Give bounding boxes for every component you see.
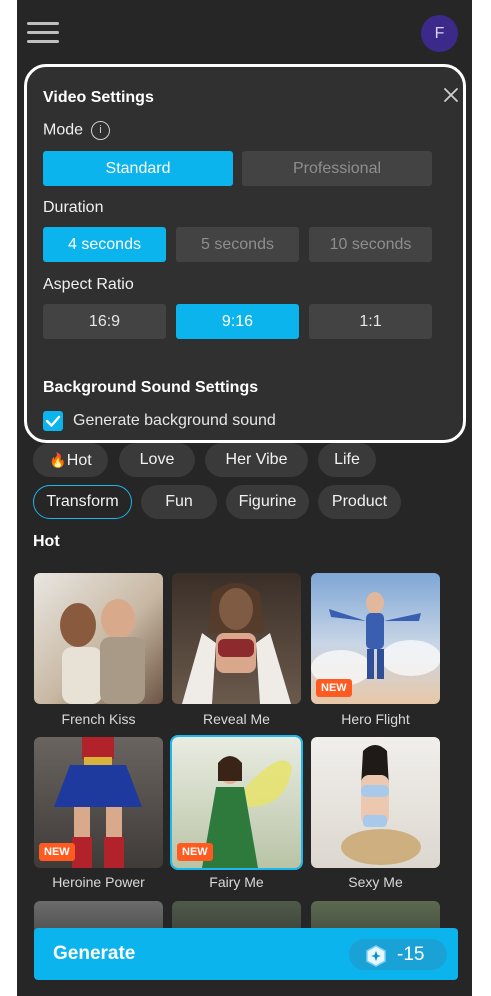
mode-professional-button[interactable]: Professional [242,151,432,186]
mode-label: Mode i [43,121,111,140]
aspect-16-9-button[interactable]: 16:9 [43,304,166,339]
chip-her-vibe[interactable]: Her Vibe [205,443,308,477]
duration-label: Duration [43,199,104,216]
duration-4s-button[interactable]: 4 seconds [43,227,166,262]
close-icon[interactable] [441,85,461,105]
aspect-1-1-button[interactable]: 1:1 [309,304,432,339]
fire-icon: 🔥 [49,452,67,468]
chip-transform[interactable]: Transform [33,485,132,519]
template-name: French Kiss [61,711,136,727]
template-card-french-kiss[interactable] [34,573,163,704]
template-card-sexy-me[interactable] [311,737,440,868]
new-badge: NEW [39,843,75,861]
aspect-ratio-label: Aspect Ratio [43,276,134,293]
avatar[interactable]: F [421,15,458,52]
template-name: Fairy Me [209,874,264,890]
credit-cost: -15 [397,944,425,965]
template-name: Reveal Me [203,711,270,727]
template-card-hero-flight[interactable]: NEW [311,573,440,704]
new-badge: NEW [177,843,213,861]
background-sound-label: Generate background sound [73,412,276,429]
couple-image [60,599,145,704]
chip-love[interactable]: Love [119,443,195,477]
credit-gem-icon [366,945,386,967]
chip-product[interactable]: Product [318,485,401,519]
portrait-image [182,583,291,704]
mode-standard-button[interactable]: Standard [43,151,233,186]
duration-10s-button[interactable]: 10 seconds [309,227,432,262]
panel-title: Video Settings [43,89,154,106]
info-icon[interactable]: i [91,121,111,140]
section-title: Hot [33,533,60,550]
template-name: Sexy Me [348,874,403,890]
template-card-fairy-me[interactable]: NEW [172,737,301,868]
chip-life[interactable]: Life [318,443,376,477]
template-card-heroine-power[interactable]: NEW [34,737,163,868]
generate-label: Generate [53,943,136,964]
chip-hot[interactable]: 🔥Hot [33,443,108,477]
check-icon [45,415,61,427]
credit-cost-badge: -15 [349,939,447,970]
template-name: Heroine Power [52,874,145,890]
chip-fun[interactable]: Fun [141,485,217,519]
video-settings-panel: Video Settings Mode i Standard Profession… [24,64,466,443]
new-badge: NEW [316,679,352,697]
sound-settings-title: Background Sound Settings [43,379,259,396]
background-sound-checkbox[interactable] [43,411,63,431]
template-name: Hero Flight [341,711,410,727]
portrait-image [341,745,421,865]
chip-figurine[interactable]: Figurine [226,485,309,519]
duration-5s-button[interactable]: 5 seconds [176,227,299,262]
generate-button[interactable]: Generate -15 [34,928,458,980]
aspect-9-16-button[interactable]: 9:16 [176,304,299,339]
template-card-reveal-me[interactable] [172,573,301,704]
hamburger-menu-icon[interactable] [27,22,59,44]
